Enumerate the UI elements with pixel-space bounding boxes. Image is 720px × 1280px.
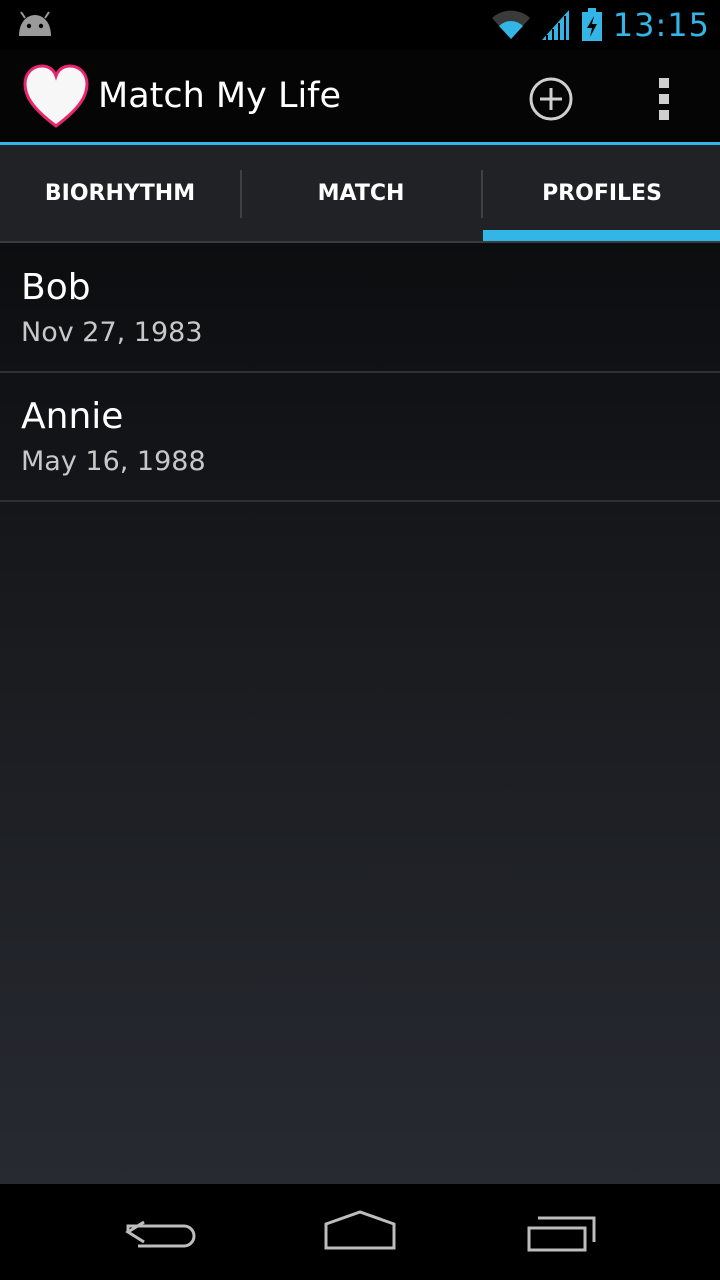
tab-label: PROFILES <box>542 180 662 206</box>
tab-bar: BIORHYTHM MATCH PROFILES <box>0 145 720 243</box>
tab-label: BIORHYTHM <box>44 180 196 206</box>
tab-profiles[interactable]: PROFILES <box>482 145 720 241</box>
list-item[interactable]: Bob Nov 27, 1983 <box>0 243 720 373</box>
profile-birthdate: May 16, 1988 <box>21 446 206 477</box>
navigation-bar <box>0 1184 720 1280</box>
profile-name: Bob <box>21 267 91 308</box>
profiles-list: Bob Nov 27, 1983 Annie May 16, 1988 <box>0 243 720 1184</box>
wifi-icon <box>491 10 530 39</box>
battery-charging-icon <box>581 8 602 41</box>
home-icon[interactable] <box>315 1202 405 1262</box>
profile-name: Annie <box>21 396 124 437</box>
recent-apps-icon[interactable] <box>516 1202 606 1262</box>
add-icon[interactable] <box>526 74 576 124</box>
tab-biorhythm[interactable]: BIORHYTHM <box>0 145 240 241</box>
list-item[interactable]: Annie May 16, 1988 <box>0 372 720 502</box>
android-debug-icon <box>19 11 51 36</box>
tab-label: MATCH <box>317 180 405 206</box>
heart-icon <box>23 64 89 128</box>
app-title: Match My Life <box>98 76 342 116</box>
back-icon[interactable] <box>116 1202 206 1262</box>
status-bar: 13:15 <box>0 0 720 50</box>
action-bar: Match My Life <box>0 50 720 144</box>
overflow-menu-icon[interactable] <box>650 76 678 122</box>
signal-icon <box>541 10 569 40</box>
status-time: 13:15 <box>612 6 710 44</box>
tab-match[interactable]: MATCH <box>241 145 481 241</box>
profile-birthdate: Nov 27, 1983 <box>21 317 203 348</box>
tab-selected-indicator <box>483 230 720 241</box>
